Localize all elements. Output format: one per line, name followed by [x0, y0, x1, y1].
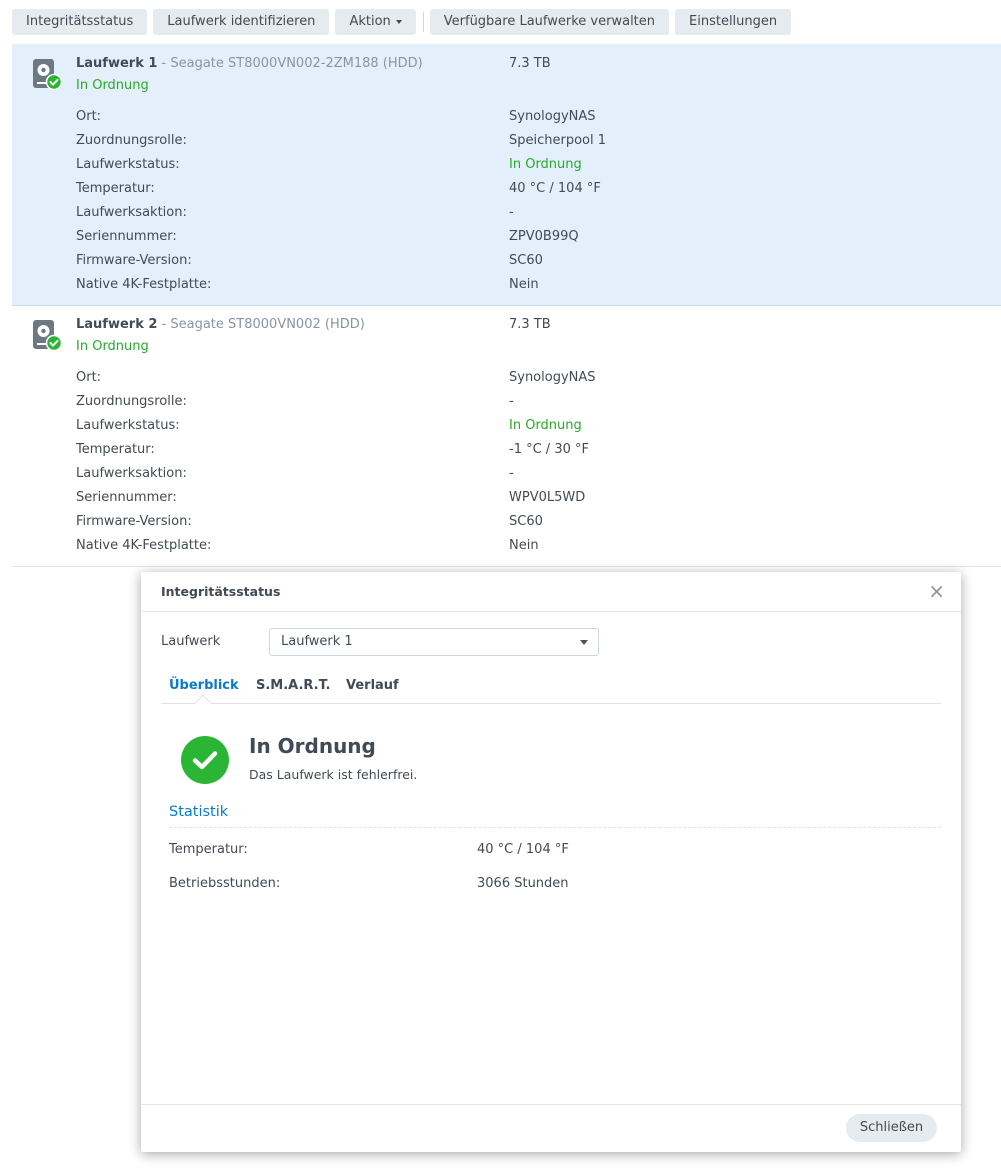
detail-row: Zuordnungsrolle: - — [76, 390, 976, 414]
detail-value: - — [509, 394, 514, 409]
detail-value: Nein — [509, 277, 539, 292]
detail-value: -1 °C / 30 °F — [509, 442, 589, 457]
detail-row: Ort: SynologyNAS — [76, 366, 976, 390]
detail-row: Temperatur: 40 °C / 104 °F — [76, 177, 976, 201]
tab-overview[interactable]: Überblick — [169, 678, 239, 693]
detail-label: Seriennummer: — [76, 490, 177, 505]
toolbar: Integritätsstatus Laufwerk identifiziere… — [12, 9, 797, 35]
drive-size: 7.3 TB — [509, 56, 551, 71]
drive-state: In Ordnung — [76, 78, 149, 93]
detail-value: SC60 — [509, 514, 543, 529]
health-status-button[interactable]: Integritätsstatus — [12, 9, 148, 35]
drive-state: In Ordnung — [76, 339, 149, 354]
drive-title: Laufwerk 1 - Seagate ST8000VN002-2ZM188 … — [76, 56, 423, 71]
detail-value: ZPV0B99Q — [509, 229, 579, 244]
stat-value: 40 °C / 104 °F — [477, 842, 569, 857]
detail-value: Speicherpool 1 — [509, 133, 607, 148]
detail-row: Ort: SynologyNAS — [76, 105, 976, 129]
detail-label: Seriennummer: — [76, 229, 177, 244]
action-menu-button[interactable]: Aktion — [335, 9, 416, 35]
detail-value: - — [509, 466, 514, 481]
settings-button[interactable]: Einstellungen — [675, 9, 792, 35]
stat-row: Temperatur: 40 °C / 104 °F — [169, 842, 869, 862]
detail-label: Temperatur: — [76, 442, 155, 457]
detail-value: 40 °C / 104 °F — [509, 181, 601, 196]
detail-label: Laufwerksaktion: — [76, 466, 187, 481]
detail-label: Laufwerksaktion: — [76, 205, 187, 220]
check-circle-icon — [181, 736, 229, 784]
detail-value: Nein — [509, 538, 539, 553]
detail-row: Seriennummer: WPV0L5WD — [76, 486, 976, 510]
action-label: Aktion — [349, 14, 391, 29]
detail-label: Firmware-Version: — [76, 514, 192, 529]
section-divider — [169, 827, 941, 828]
detail-value: WPV0L5WD — [509, 490, 586, 505]
detail-value: SynologyNAS — [509, 109, 596, 124]
toolbar-separator — [422, 12, 424, 32]
active-tab-indicator — [194, 694, 212, 712]
health-status-dialog: Integritätsstatus × Laufwerk Laufwerk 1 … — [141, 572, 961, 1152]
detail-label: Zuordnungsrolle: — [76, 394, 187, 409]
status-title: In Ordnung — [249, 734, 376, 758]
dialog-footer-divider — [141, 1104, 961, 1105]
detail-label: Laufwerkstatus: — [76, 418, 180, 433]
drive-item-1[interactable]: Laufwerk 1 - Seagate ST8000VN002-2ZM188 … — [12, 44, 1001, 306]
drive-select-label: Laufwerk — [161, 634, 221, 649]
drive-size: 7.3 TB — [509, 317, 551, 332]
detail-label: Native 4K-Festplatte: — [76, 538, 212, 553]
check-badge-icon — [45, 334, 62, 351]
detail-row: Firmware-Version: SC60 — [76, 510, 976, 534]
drive-title: Laufwerk 2 - Seagate ST8000VN002 (HDD) — [76, 317, 365, 332]
detail-row: Temperatur: -1 °C / 30 °F — [76, 438, 976, 462]
drive-select[interactable]: Laufwerk 1 — [269, 628, 599, 656]
detail-row: Laufwerkstatus: In Ordnung — [76, 414, 976, 438]
detail-label: Firmware-Version: — [76, 253, 192, 268]
detail-value: In Ordnung — [509, 418, 582, 433]
drive-model: - Seagate ST8000VN002-2ZM188 (HDD) — [157, 56, 423, 71]
caret-down-icon — [395, 19, 402, 24]
dialog-title: Integritätsstatus — [161, 584, 281, 599]
dialog-header-divider — [141, 611, 961, 612]
statistics-heading: Statistik — [169, 804, 229, 820]
tab-smart[interactable]: S.M.A.R.T. — [256, 678, 330, 693]
detail-row: Laufwerkstatus: In Ordnung — [76, 153, 976, 177]
detail-label: Ort: — [76, 109, 102, 124]
status-description: Das Laufwerk ist fehlerfrei. — [249, 767, 418, 782]
detail-row: Seriennummer: ZPV0B99Q — [76, 225, 976, 249]
detail-label: Laufwerkstatus: — [76, 157, 180, 172]
drive-name: Laufwerk 2 — [76, 317, 158, 332]
drive-item-2[interactable]: Laufwerk 2 - Seagate ST8000VN002 (HDD) 7… — [12, 306, 1001, 567]
detail-row: Laufwerksaktion: - — [76, 462, 976, 486]
check-badge-icon — [45, 73, 62, 90]
hdd-icon — [33, 59, 62, 90]
identify-drive-button[interactable]: Laufwerk identifizieren — [153, 9, 330, 35]
detail-label: Ort: — [76, 370, 102, 385]
stat-label: Temperatur: — [169, 842, 248, 857]
detail-value: SC60 — [509, 253, 543, 268]
drive-model: - Seagate ST8000VN002 (HDD) — [157, 317, 365, 332]
detail-row: Laufwerksaktion: - — [76, 201, 976, 225]
detail-row: Native 4K-Festplatte: Nein — [76, 273, 976, 297]
stat-value: 3066 Stunden — [477, 876, 569, 891]
detail-label: Zuordnungsrolle: — [76, 133, 187, 148]
close-icon[interactable]: × — [928, 581, 945, 601]
detail-value: SynologyNAS — [509, 370, 596, 385]
close-button[interactable]: Schließen — [846, 1114, 937, 1142]
detail-value: - — [509, 205, 514, 220]
detail-label: Temperatur: — [76, 181, 155, 196]
detail-row: Zuordnungsrolle: Speicherpool 1 — [76, 129, 976, 153]
detail-label: Native 4K-Festplatte: — [76, 277, 212, 292]
drive-select-value: Laufwerk 1 — [281, 634, 353, 649]
detail-row: Native 4K-Festplatte: Nein — [76, 534, 976, 558]
tab-history[interactable]: Verlauf — [346, 678, 399, 693]
hdd-icon — [33, 320, 62, 351]
dialog-tabs: Überblick S.M.A.R.T. Verlauf — [161, 672, 941, 712]
detail-value: In Ordnung — [509, 157, 582, 172]
drive-name: Laufwerk 1 — [76, 56, 158, 71]
detail-row: Firmware-Version: SC60 — [76, 249, 976, 273]
stat-label: Betriebsstunden: — [169, 876, 281, 891]
caret-down-icon — [580, 640, 588, 645]
manage-drives-button[interactable]: Verfügbare Laufwerke verwalten — [429, 9, 670, 35]
stat-row: Betriebsstunden: 3066 Stunden — [169, 876, 869, 896]
